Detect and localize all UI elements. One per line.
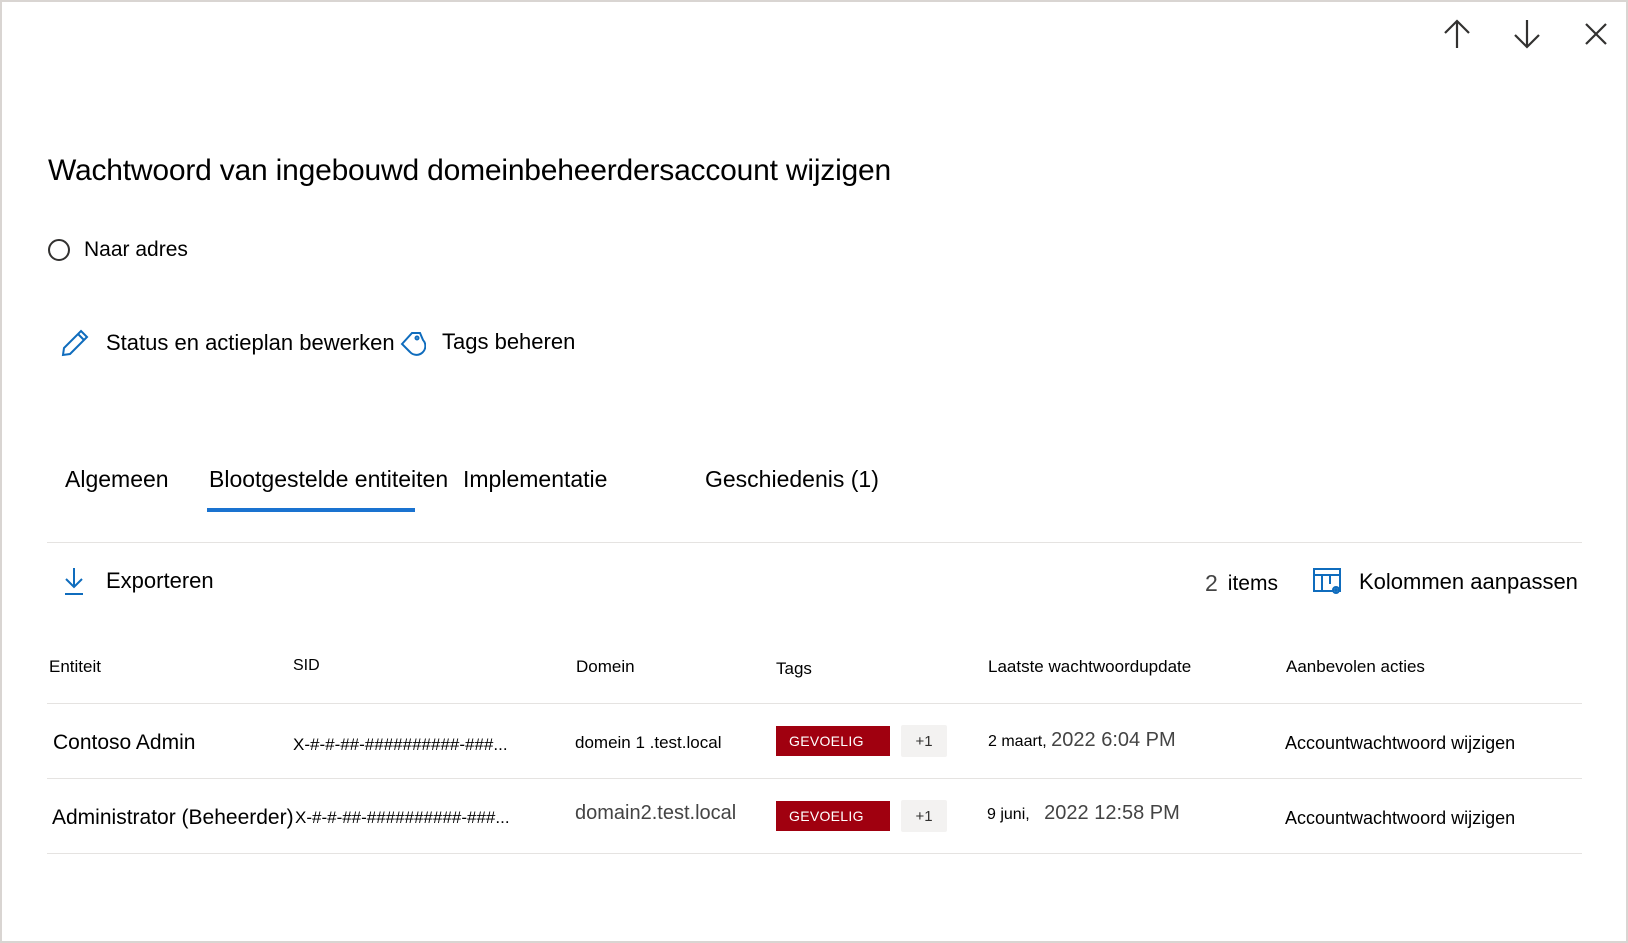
active-tab-indicator <box>207 508 415 512</box>
tab-geschiedenis[interactable]: Geschiedenis (1) <box>705 466 879 493</box>
domain-value: domein 1 .test.local <box>575 733 722 752</box>
tag-badge: GEVOELIG <box>776 801 890 831</box>
column-header-tags[interactable]: Tags <box>776 659 812 679</box>
tab-blootgestelde-entiteiten[interactable]: Blootgestelde entiteiten <box>209 466 448 493</box>
tab-implementatie[interactable]: Implementatie <box>463 466 607 493</box>
customize-columns-label: Kolommen aanpassen <box>1359 569 1578 594</box>
close-icon <box>1585 23 1607 45</box>
entity-name[interactable]: Administrator (Beheerder) <box>52 806 294 830</box>
arrow-up-icon <box>1444 19 1470 48</box>
edit-status-label: Status en actieplan bewerken <box>106 330 395 355</box>
date-part: 9 juni, <box>987 806 1030 823</box>
pencil-icon <box>61 329 89 357</box>
more-tags-badge[interactable]: +1 <box>901 725 947 757</box>
manage-tags-label: Tags beheren <box>442 329 576 354</box>
column-header-entiteit[interactable]: Entiteit <box>49 657 101 677</box>
recommended-action[interactable]: Accountwachtwoord wijzigen <box>1285 808 1515 829</box>
column-header-laatste-wachtwoordupdate[interactable]: Laatste wachtwoordupdate <box>988 657 1191 677</box>
recommended-action[interactable]: Accountwachtwoord wijzigen <box>1285 733 1515 754</box>
column-header-sid[interactable]: SID <box>293 657 320 675</box>
last-password-update: 9 juni, 2022 12:58 PM <box>987 802 1180 825</box>
tab-algemeen[interactable]: Algemeen <box>65 466 169 493</box>
sid-value: X-#-#-##-##########-###... <box>293 735 508 754</box>
previous-item-button[interactable] <box>1439 16 1475 52</box>
time-part: 2022 12:58 PM <box>1044 802 1180 824</box>
next-item-button[interactable] <box>1509 16 1545 52</box>
more-tags-badge[interactable]: +1 <box>901 800 947 832</box>
column-header-domein[interactable]: Domein <box>576 657 635 677</box>
table-row[interactable]: Contoso Admin X-#-#-##-##########-###...… <box>2 704 1628 779</box>
entity-name[interactable]: Contoso Admin <box>53 731 195 755</box>
details-panel: Wachtwoord van ingebouwd domeinbeheerder… <box>0 0 1628 943</box>
tag-icon <box>400 332 426 356</box>
manage-tags-button[interactable]: Tags beheren <box>398 328 575 356</box>
customize-columns-button[interactable]: Kolommen aanpassen <box>1313 568 1578 596</box>
divider <box>47 542 1582 543</box>
radio-circle-icon <box>48 239 70 261</box>
items-count: 2 items <box>1205 570 1278 597</box>
date-part: 2 maart, <box>988 733 1047 750</box>
column-settings-icon <box>1313 568 1341 594</box>
status-radio-label: Naar adres <box>84 238 188 261</box>
export-button[interactable]: Exporteren <box>62 566 214 596</box>
edit-status-button[interactable]: Status en actieplan bewerken <box>60 328 395 358</box>
column-header-aanbevolen-acties[interactable]: Aanbevolen acties <box>1286 657 1425 677</box>
status-radio[interactable]: Naar adres <box>48 238 188 262</box>
page-title: Wachtwoord van ingebouwd domeinbeheerder… <box>48 154 891 187</box>
table-row[interactable]: Administrator (Beheerder) X-#-#-##-#####… <box>2 779 1628 854</box>
items-count-label: items <box>1227 571 1278 595</box>
export-label: Exporteren <box>106 568 214 593</box>
close-button[interactable] <box>1578 16 1614 52</box>
items-count-number: 2 <box>1205 570 1218 596</box>
divider <box>47 853 1582 854</box>
arrow-down-icon <box>1514 20 1540 49</box>
tag-badge: GEVOELIG <box>776 726 890 756</box>
sid-value: X-#-#-##-##########-###... <box>295 808 510 827</box>
last-password-update: 2 maart, 2022 6:04 PM <box>988 729 1176 752</box>
download-icon <box>65 568 83 595</box>
time-part: 2022 6:04 PM <box>1051 729 1176 751</box>
domain-value: domain2.test.local <box>575 802 737 824</box>
